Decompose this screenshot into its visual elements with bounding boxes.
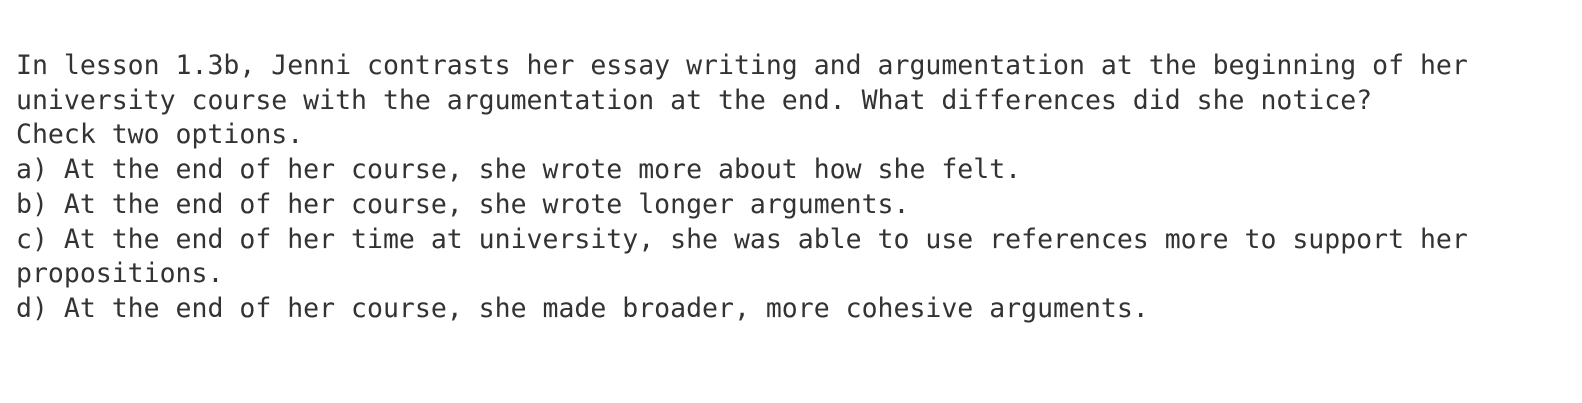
- option-c-line-2: propositions.: [16, 258, 224, 290]
- question-text-line-2: university course with the argumentation…: [16, 84, 1373, 116]
- option-c-line-1: c) At the end of her time at university,…: [16, 223, 1468, 255]
- instruction-text: Check two options.: [16, 119, 304, 151]
- question-text-line-1: In lesson 1.3b, Jenni contrasts her essa…: [16, 50, 1468, 81]
- option-b: b) At the end of her course, she wrote l…: [16, 188, 910, 220]
- question-block: In lesson 1.3b, Jenni contrasts her essa…: [16, 49, 1566, 327]
- option-a: a) At the end of her course, she wrote m…: [16, 154, 1022, 186]
- option-d: d) At the end of her course, she made br…: [16, 292, 1149, 324]
